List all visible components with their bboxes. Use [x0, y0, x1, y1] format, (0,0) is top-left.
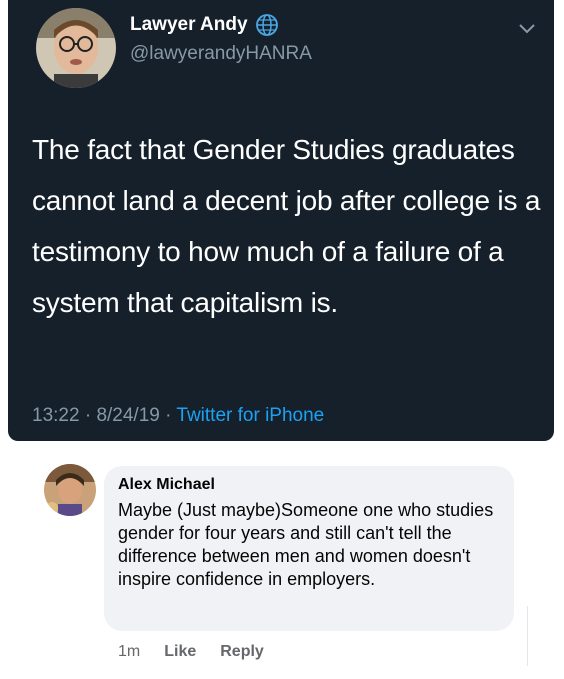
tweet-meta: 13:22 · 8/24/19 · Twitter for iPhone — [32, 405, 324, 427]
meta-separator: · — [84, 405, 97, 426]
tweet-card: Lawyer Andy @lawyerandyHANRA The fact th… — [8, 0, 554, 441]
globe-icon — [255, 14, 278, 36]
chevron-down-icon[interactable] — [518, 22, 536, 36]
comment-author-name[interactable]: Alex Michael — [118, 476, 500, 494]
comment-text: Maybe (Just maybe)Someone one who studie… — [118, 500, 494, 589]
like-button[interactable]: Like — [164, 643, 196, 661]
tweet-author-avatar[interactable] — [36, 8, 116, 88]
tweet-author-name[interactable]: Lawyer Andy — [130, 14, 248, 36]
tweet-author-row: Lawyer Andy — [130, 14, 278, 36]
tweet-author-handle[interactable]: @lawyerandyHANRA — [130, 43, 312, 65]
tweet-source[interactable]: Twitter for iPhone — [176, 405, 324, 426]
comment-author-avatar[interactable] — [44, 464, 96, 516]
divider — [527, 606, 528, 666]
tweet-date[interactable]: 8/24/19 — [96, 405, 159, 426]
reply-button[interactable]: Reply — [220, 643, 264, 661]
comment-bubble: Alex Michael Maybe (Just maybe)Someone o… — [104, 466, 514, 631]
tweet-text: The fact that Gender Studies graduates c… — [32, 134, 541, 318]
comment-actions: 1m Like Reply — [118, 643, 288, 661]
tweet-time[interactable]: 13:22 — [32, 405, 80, 426]
meta-separator: · — [165, 405, 177, 426]
comment-timestamp[interactable]: 1m — [118, 643, 140, 661]
